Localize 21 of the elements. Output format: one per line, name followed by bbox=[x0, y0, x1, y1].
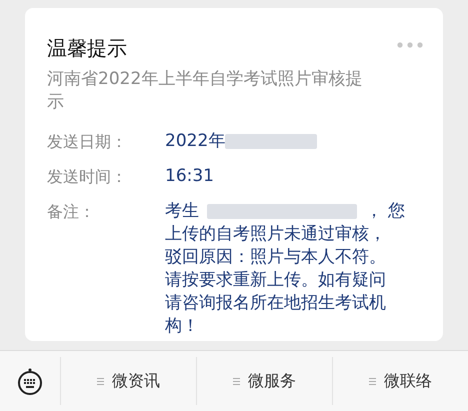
menu-icon bbox=[97, 378, 104, 384]
field-label: 备注： bbox=[47, 201, 96, 223]
field-value: 考生 bbox=[165, 200, 199, 223]
remark-line: 构！ bbox=[165, 315, 200, 338]
menu-tab[interactable]: 微联络 bbox=[384, 369, 432, 393]
field-value: ， 您 bbox=[366, 200, 405, 223]
menu-tab[interactable]: 微服务 bbox=[248, 369, 296, 393]
remark-line: 请按要求重新上传。如有疑问 bbox=[165, 269, 387, 292]
remark-line: 驳回原因：照片与本人不符。 bbox=[165, 246, 387, 269]
menu-icon bbox=[369, 378, 376, 384]
card-title: 温馨提示 bbox=[47, 35, 127, 62]
menu-icon bbox=[233, 378, 240, 384]
remark-line: 上传的自考照片未通过审核， bbox=[165, 223, 387, 246]
keyboard-icon[interactable] bbox=[17, 367, 43, 395]
menu-tab[interactable]: 微资讯 bbox=[112, 369, 160, 393]
field-value: 2022年 bbox=[165, 130, 226, 153]
field-value: 16:31 bbox=[165, 165, 214, 188]
remark-line: 请咨询报名所在地招生考试机 bbox=[165, 292, 387, 315]
field-label: 发送时间： bbox=[47, 166, 128, 188]
field-label: 发送日期： bbox=[47, 131, 128, 153]
card-subtitle: 河南省2022年上半年自学考试照片审核提示 bbox=[47, 68, 364, 114]
